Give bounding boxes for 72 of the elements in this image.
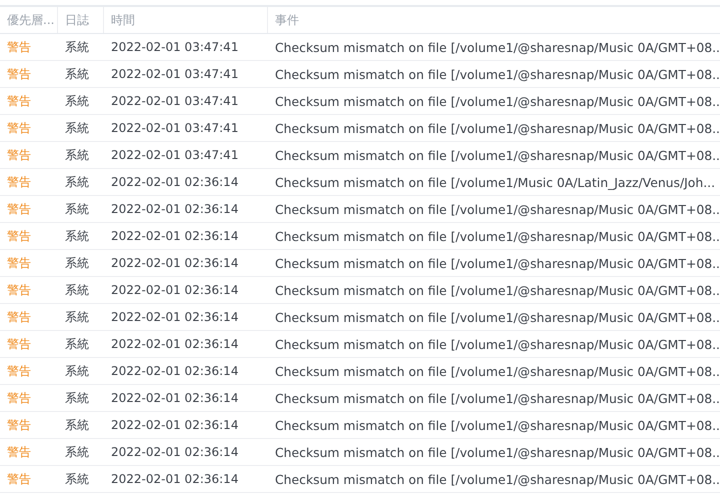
time-cell-text: 2022-02-01 02:36:14: [110, 418, 240, 432]
priority-cell-text: 警告: [6, 362, 32, 380]
log-cell-text: 系統: [64, 444, 90, 460]
priority-cell-text: 警告: [6, 66, 32, 82]
event-cell-text: Checksum mismatch on file [/volume1/@sharesnap/Music 0A/GMT+08...: [274, 148, 720, 162]
priority-cell-text: 警告: [6, 120, 32, 136]
event-cell-text: Checksum mismatch on file [/volume1/@sharesnap/Music 0A/GMT+08...: [274, 336, 720, 352]
time-cell-text: 2022-02-01 03:47:41: [110, 121, 240, 135]
priority-cell-text: 警告: [6, 254, 32, 272]
event-cell-text: Checksum mismatch on file [/volume1/@sharesnap/Music 0A/GMT+08...: [274, 94, 720, 108]
time-cell-text: 2022-02-01 02:36:14: [110, 175, 240, 189]
log-cell-text: 系統: [64, 362, 90, 380]
log-cell-text: 系統: [64, 282, 90, 298]
log-cell-text: 系統: [64, 416, 90, 434]
log-cell-text: 系統: [64, 254, 90, 272]
time-cell-text: 2022-02-01 02:36:14: [110, 310, 240, 324]
event-cell-text: Checksum mismatch on file [/volume1/@sharesnap/Music 0A/GMT+08...: [274, 66, 720, 82]
priority-cell-text: 警告: [6, 282, 32, 298]
log-cell-text: 系統: [64, 174, 90, 190]
log-cell-text: 系統: [64, 470, 90, 488]
log-cell-text: 系統: [64, 200, 90, 218]
log-cell-text: 系統: [64, 146, 90, 164]
priority-cell-text: 警告: [6, 470, 32, 488]
log-cell-text: 系統: [64, 390, 90, 406]
event-cell-text: Checksum mismatch on file [/volume1/@sharesnap/Music 0A/GMT+08...: [274, 282, 720, 298]
time-cell-text: 2022-02-01 02:36:14: [110, 202, 240, 216]
event-cell-text: Checksum mismatch on file [/volume1/@sharesnap/Music 0A/GMT+08...: [274, 418, 720, 432]
time-cell-text: 2022-02-01 02:36:14: [110, 391, 240, 405]
column-header[interactable]: 事件: [268, 7, 720, 33]
event-cell-text: Checksum mismatch on file [/volume1/@sharesnap/Music 0A/GMT+08...: [274, 202, 720, 216]
log-cell-text: 系統: [64, 38, 90, 56]
time-cell-text: 2022-02-01 03:47:41: [110, 94, 240, 108]
log-cell-text: 系統: [64, 120, 90, 136]
event-cell-text: Checksum mismatch on file [/volume1/@sharesnap/Music 0A/GMT+08...: [274, 444, 720, 460]
time-cell-text: 2022-02-01 03:47:41: [110, 67, 240, 81]
time-cell-text: 2022-02-01 02:36:14: [110, 364, 240, 378]
priority-cell-text: 警告: [6, 174, 32, 190]
event-cell-text: Checksum mismatch on file [/volume1/@sharesnap/Music 0A/GMT+08...: [274, 40, 720, 54]
event-cell-text: Checksum mismatch on file [/volume1/@sharesnap/Music 0A/GMT+08...: [274, 228, 720, 244]
column-header[interactable]: 優先層...: [0, 7, 58, 33]
priority-cell-text: 警告: [6, 146, 32, 164]
log-cell-text: 系統: [64, 336, 90, 352]
priority-cell-text: 警告: [6, 390, 32, 406]
priority-cell-text: 警告: [6, 336, 32, 352]
time-cell-text: 2022-02-01 03:47:41: [110, 148, 240, 162]
priority-cell-text: 警告: [6, 308, 32, 326]
time-cell-text: 2022-02-01 02:36:14: [110, 229, 240, 243]
priority-cell-text: 警告: [6, 92, 32, 110]
log-cell-text: 系統: [64, 228, 90, 244]
column-header[interactable]: 時間: [104, 7, 268, 33]
priority-cell-text: 警告: [6, 444, 32, 460]
time-cell-text: 2022-02-01 02:36:14: [110, 445, 240, 459]
priority-cell-text: 警告: [6, 228, 32, 244]
time-cell-text: 2022-02-01 02:36:14: [110, 256, 240, 270]
time-cell-text: 2022-02-01 02:36:14: [110, 472, 240, 486]
event-cell-text: Checksum mismatch on file [/volume1/@sharesnap/Music 0A/GMT+08...: [274, 120, 720, 136]
priority-cell-text: 警告: [6, 200, 32, 218]
event-cell-text: Checksum mismatch on file [/volume1/@sharesnap/Music 0A/GMT+08...: [274, 256, 720, 270]
log-cell-text: 系統: [64, 92, 90, 110]
priority-cell-text: 警告: [6, 416, 32, 434]
time-cell-text: 2022-02-01 02:36:14: [110, 337, 240, 351]
event-cell-text: Checksum mismatch on file [/volume1/@sharesnap/Music 0A/GMT+08...: [274, 472, 720, 486]
log-cell-text: 系統: [64, 308, 90, 326]
priority-cell-text: 警告: [6, 38, 32, 56]
event-cell-text: Checksum mismatch on file [/volume1/@sharesnap/Music 0A/GMT+08...: [274, 310, 720, 324]
event-cell-text: Checksum mismatch on file [/volume1/@sharesnap/Music 0A/GMT+08...: [274, 390, 720, 406]
time-cell-text: 2022-02-01 02:36:14: [110, 283, 240, 297]
event-cell-text: Checksum mismatch on file [/volume1/Music 0A/Latin_Jazz/Venus/Joh...: [274, 174, 716, 190]
column-header[interactable]: 日誌: [58, 7, 104, 33]
event-cell-text: Checksum mismatch on file [/volume1/@sharesnap/Music 0A/GMT+08...: [274, 364, 720, 378]
log-cell-text: 系統: [64, 66, 90, 82]
time-cell-text: 2022-02-01 03:47:41: [110, 40, 240, 54]
